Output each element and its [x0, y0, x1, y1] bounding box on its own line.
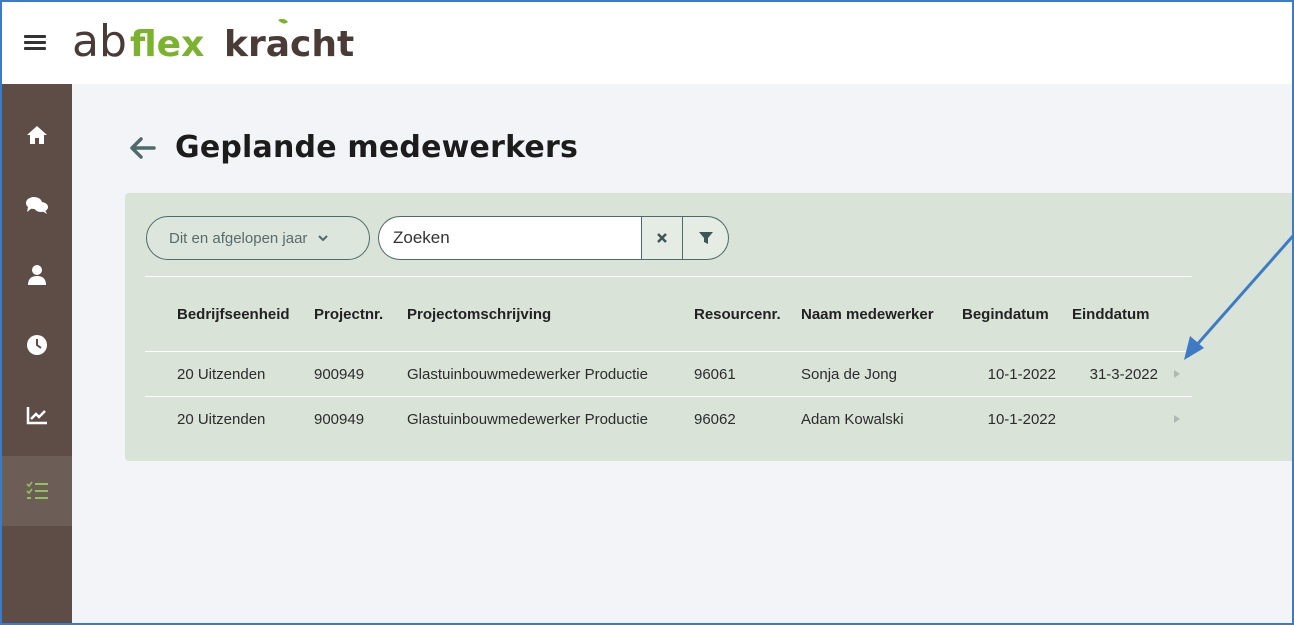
sidebar-item-planning[interactable]	[2, 456, 72, 526]
column-header[interactable]: Resourcenr.	[694, 277, 781, 351]
column-header[interactable]: Einddatum	[1072, 277, 1163, 351]
sidebar-item-profile[interactable]	[2, 240, 72, 310]
svg-text:kracht: kracht	[224, 24, 354, 65]
cell-naam-medewerker: Adam Kowalski	[801, 410, 904, 428]
row-expand-icon[interactable]	[1173, 369, 1181, 379]
close-icon	[657, 233, 667, 243]
title-row: Geplande medewerkers	[127, 130, 578, 165]
home-icon	[27, 126, 47, 144]
column-header[interactable]: Bedrijfseenheid	[177, 277, 290, 351]
cell-einddatum: 31-3-2022	[1089, 365, 1158, 383]
clear-search-button[interactable]	[641, 216, 683, 260]
cell-bedrijfseenheid: 20 Uitzenden	[177, 365, 266, 383]
cell-begindatum: 10-1-2022	[987, 365, 1056, 383]
table-row[interactable]: 20 Uitzenden 900949 Glastuinbouwmedewerk…	[145, 397, 1192, 441]
table-header-row: Bedrijfseenheid Projectnr. Projectomschr…	[145, 277, 1192, 351]
search-group	[378, 216, 729, 260]
sidebar-item-reports[interactable]	[2, 380, 72, 450]
cell-naam-medewerker: Sonja de Jong	[801, 365, 897, 383]
clock-icon	[27, 335, 47, 355]
cell-projectnr: 900949	[314, 365, 365, 383]
column-header[interactable]: Naam medewerker	[801, 277, 934, 351]
cell-bedrijfseenheid: 20 Uitzenden	[177, 410, 266, 428]
page-title: Geplande medewerkers	[175, 130, 579, 165]
row-expand-icon[interactable]	[1173, 414, 1181, 424]
cell-resourcenr: 96062	[694, 410, 736, 428]
user-icon	[28, 265, 46, 285]
back-arrow-icon[interactable]	[127, 133, 157, 163]
main-content: Geplande medewerkers Dit en afgelopen ja…	[72, 84, 1292, 623]
cell-einddatum	[1067, 397, 1158, 441]
filter-button[interactable]	[683, 216, 729, 260]
cell-resourcenr: 96061	[694, 365, 736, 383]
svg-text:flex: flex	[130, 24, 204, 65]
chevron-down-icon	[318, 235, 329, 242]
column-header[interactable]: Projectnr.	[314, 277, 383, 351]
chart-icon	[26, 407, 47, 425]
employees-table: Bedrijfseenheid Projectnr. Projectomschr…	[145, 276, 1192, 441]
sidebar-item-hours[interactable]	[2, 310, 72, 380]
column-header[interactable]: Projectomschrijving	[407, 277, 551, 351]
results-panel: Dit en afgelopen jaar Zoeken Bedrijfseen…	[125, 193, 1292, 461]
top-header: ab flex kracht	[2, 2, 1292, 84]
period-select[interactable]: Dit en afgelopen jaar	[146, 216, 370, 260]
cell-projectomschrijving: Glastuinbouwmedewerker Productie	[407, 410, 648, 428]
filter-icon	[698, 232, 713, 244]
table-row[interactable]: 20 Uitzenden 900949 Glastuinbouwmedewerk…	[145, 352, 1192, 396]
sidebar	[2, 84, 72, 623]
svg-text:ab: ab	[72, 16, 127, 67]
cell-projectomschrijving: Glastuinbouwmedewerker Productie	[407, 365, 648, 383]
chat-icon	[26, 197, 48, 214]
hamburger-menu-icon[interactable]	[24, 32, 46, 54]
period-select-value: Dit en afgelopen jaar	[169, 229, 308, 247]
app-window: ab flex kracht Geplande medewerkers Dit …	[0, 0, 1294, 625]
cell-projectnr: 900949	[314, 410, 365, 428]
search-input[interactable]	[378, 216, 641, 260]
checklist-icon	[26, 481, 48, 499]
sidebar-item-messages[interactable]	[2, 170, 72, 240]
cell-begindatum: 10-1-2022	[987, 410, 1056, 428]
abflexkracht-logo[interactable]: ab flex kracht	[72, 16, 362, 70]
sidebar-item-home[interactable]	[2, 100, 72, 170]
column-header[interactable]: Begindatum	[962, 277, 1056, 351]
